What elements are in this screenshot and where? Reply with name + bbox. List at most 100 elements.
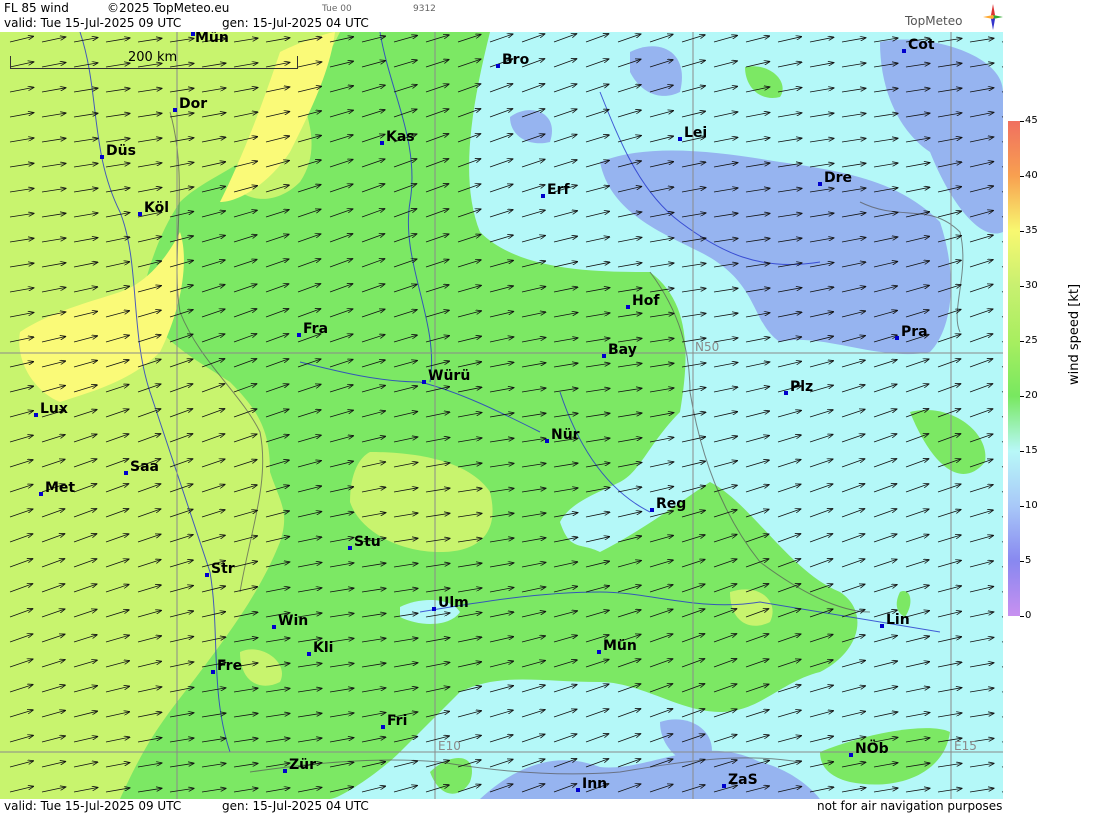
- city-label-inn: Inn: [582, 776, 608, 792]
- compass-star-icon: [983, 4, 1003, 30]
- city-marker-ulm: [432, 607, 436, 611]
- city-marker-str: [205, 573, 209, 577]
- city-label-kli: Kli: [313, 640, 334, 656]
- city-label-met: Met: [45, 480, 76, 496]
- city-marker-bro: [496, 64, 500, 68]
- footer-valid: valid: Tue 15-Jul-2025 09 UTC: [4, 799, 182, 813]
- grid-label-n50: N50: [695, 340, 720, 354]
- city-label-fra: Fra: [303, 321, 329, 337]
- run-code: 9312: [413, 4, 436, 14]
- city-marker-dus: [100, 155, 104, 159]
- city-label-bay: Bay: [608, 342, 637, 358]
- topmeteo-logo[interactable]: TopMeteo: [905, 4, 1003, 32]
- city-label-reg: Reg: [656, 496, 687, 512]
- city-label-kol: Köl: [144, 200, 170, 216]
- footer: valid: Tue 15-Jul-2025 09 UTC gen: 15-Ju…: [0, 799, 1003, 814]
- city-label-str: Str: [211, 561, 235, 577]
- city-label-win: Win: [278, 613, 309, 629]
- city-label-zur: Zür: [289, 757, 317, 773]
- legend-tick-label: 10: [1025, 500, 1038, 511]
- city-marker-win: [272, 625, 276, 629]
- city-label-fre: Fre: [217, 658, 243, 674]
- city-marker-nur: [545, 439, 549, 443]
- city-label-zas: ZaS: [728, 772, 758, 788]
- city-marker-plz: [784, 391, 788, 395]
- city-label-plz: Plz: [790, 379, 814, 395]
- gen-time: gen: 15-Jul-2025 04 UTC: [222, 16, 369, 30]
- city-marker-mun: [597, 650, 601, 654]
- legend-tick-label: 35: [1025, 225, 1038, 236]
- city-label-wur: Würü: [428, 368, 471, 384]
- city-label-lei: Lei: [684, 125, 708, 141]
- city-marker-bay: [602, 354, 606, 358]
- city-label-stu: Stu: [354, 534, 381, 550]
- city-marker-saa: [124, 471, 128, 475]
- city-marker-cot: [902, 49, 906, 53]
- city-label-saa: Saa: [130, 459, 159, 475]
- legend: 45 40 35 30 25 20 15 10 5 0: [1003, 0, 1095, 814]
- grid-label-e10: E10: [438, 739, 461, 753]
- legend-tick-label: 45: [1025, 115, 1038, 126]
- legend-tick-mark: [1020, 561, 1024, 562]
- city-marker-fra: [297, 333, 301, 337]
- logo-text: TopMeteo: [905, 14, 963, 28]
- legend-tick-label: 30: [1025, 280, 1038, 291]
- legend-title: wind speed [kt]: [1067, 283, 1082, 385]
- city-marker-wur: [422, 380, 426, 384]
- city-marker-lux: [34, 413, 38, 417]
- legend-tick-mark: [1020, 286, 1024, 287]
- city-label-hof: Hof: [632, 293, 660, 309]
- legend-tick-label: 0: [1025, 610, 1032, 621]
- legend-tick-mark: [1020, 176, 1024, 177]
- legend-tick-label: 5: [1025, 555, 1032, 566]
- city-marker-fre: [211, 670, 215, 674]
- legend-tick-label: 25: [1025, 335, 1038, 346]
- city-marker-stu: [348, 546, 352, 550]
- city-label-fri: Fri: [387, 713, 408, 729]
- legend-tick-mark: [1020, 451, 1024, 452]
- city-marker-lin: [880, 624, 884, 628]
- city-label-kas: Kas: [386, 129, 415, 145]
- city-marker-zas: [722, 784, 726, 788]
- wind-speed-field: [0, 32, 1003, 799]
- header: FL 85 wind ©2025 TopMeteo.eu Tue 00 9312…: [0, 0, 1003, 32]
- valid-time: valid: Tue 15-Jul-2025 09 UTC: [4, 16, 182, 30]
- city-label-nur: Nür: [551, 427, 580, 443]
- disclaimer: not for air navigation purposes: [817, 799, 1003, 813]
- city-marker-dor: [173, 108, 177, 112]
- city-label-pra: Pra: [901, 324, 928, 340]
- city-marker-zur: [283, 769, 287, 773]
- grid-label-e15: E15: [954, 739, 977, 753]
- legend-colorbar: [1008, 121, 1020, 616]
- legend-tick-label: 40: [1025, 170, 1038, 181]
- city-label-nob: NÖb: [855, 741, 889, 757]
- city-marker-dre: [818, 182, 822, 186]
- city-label-mun-top: Mün: [195, 32, 229, 46]
- city-marker-kas: [380, 141, 384, 145]
- run-label: Tue 00: [322, 4, 352, 14]
- city-marker-pra: [895, 336, 899, 340]
- city-label-lux: Lux: [40, 401, 68, 417]
- city-marker-hof: [626, 305, 630, 309]
- legend-tick-mark: [1020, 506, 1024, 507]
- copyright: ©2025 TopMeteo.eu: [107, 1, 230, 15]
- city-marker-inn: [576, 788, 580, 792]
- city-label-bro: Bro: [502, 52, 530, 68]
- city-marker-lei: [678, 137, 682, 141]
- city-marker-erf: [541, 194, 545, 198]
- city-label-mun: Mün: [603, 638, 637, 654]
- wind-map[interactable]: 200 km N50 E10 E15 Mün Dor Düs Köl Kas Bro Lei…: [0, 32, 1003, 799]
- scale-label: 200 km: [128, 50, 178, 65]
- city-label-dor: Dor: [179, 96, 208, 112]
- legend-tick-mark: [1020, 396, 1024, 397]
- city-label-dus: Düs: [106, 143, 136, 159]
- city-label-cot: Cot: [908, 37, 935, 53]
- legend-tick-mark: [1020, 616, 1024, 617]
- city-label-lin: Lin: [886, 612, 910, 628]
- scale-bar: 200 km: [10, 50, 298, 69]
- legend-tick-label: 15: [1025, 445, 1038, 456]
- city-label-erf: Erf: [547, 182, 570, 198]
- product-title: FL 85 wind: [4, 1, 69, 15]
- city-marker-nob: [849, 753, 853, 757]
- footer-gen: gen: 15-Jul-2025 04 UTC: [222, 799, 369, 813]
